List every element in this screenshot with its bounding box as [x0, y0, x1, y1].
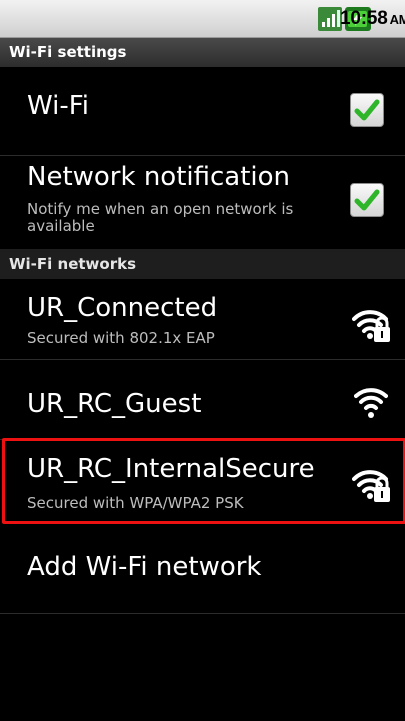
cell-signal-icon: [318, 7, 342, 35]
title-bar: Wi-Fi settings: [0, 38, 405, 67]
clock-time: 10:58 AM: [340, 8, 405, 30]
network-security: Secured with 802.1x EAP: [27, 329, 215, 347]
status-bar: 10:58 AM: [0, 0, 405, 38]
wifi-toggle-label: Wi-Fi: [27, 91, 90, 121]
wifi-locked-icon: [352, 305, 392, 349]
network-notification-row[interactable]: Network notification Notify me when an o…: [0, 156, 405, 248]
page-title: Wi-Fi settings: [9, 43, 127, 61]
network-notification-summary: Notify me when an open network is availa…: [27, 200, 294, 235]
divider: [0, 613, 405, 614]
network-item-ur-connected[interactable]: UR_Connected Secured with 802.1x EAP: [0, 279, 405, 359]
network-notification-checkbox[interactable]: [350, 183, 384, 217]
network-item-ur-rc-guest[interactable]: UR_RC_Guest: [0, 360, 405, 439]
add-wifi-network-row[interactable]: Add Wi-Fi network: [0, 525, 405, 613]
clock-ampm: AM: [389, 12, 405, 27]
network-name: UR_Connected: [27, 293, 218, 323]
network-notification-label: Network notification: [27, 162, 291, 192]
check-icon: [354, 99, 380, 121]
wifi-networks-header: Wi-Fi networks: [0, 249, 405, 279]
add-wifi-network-label: Add Wi-Fi network: [27, 552, 262, 582]
check-icon: [354, 189, 380, 211]
network-name: UR_RC_Guest: [27, 389, 202, 419]
wifi-checkbox[interactable]: [350, 93, 384, 127]
section-header-label: Wi-Fi networks: [9, 255, 137, 273]
wifi-toggle-row[interactable]: Wi-Fi: [0, 67, 405, 155]
selection-highlight: [2, 438, 405, 524]
wifi-open-icon: [354, 383, 388, 427]
